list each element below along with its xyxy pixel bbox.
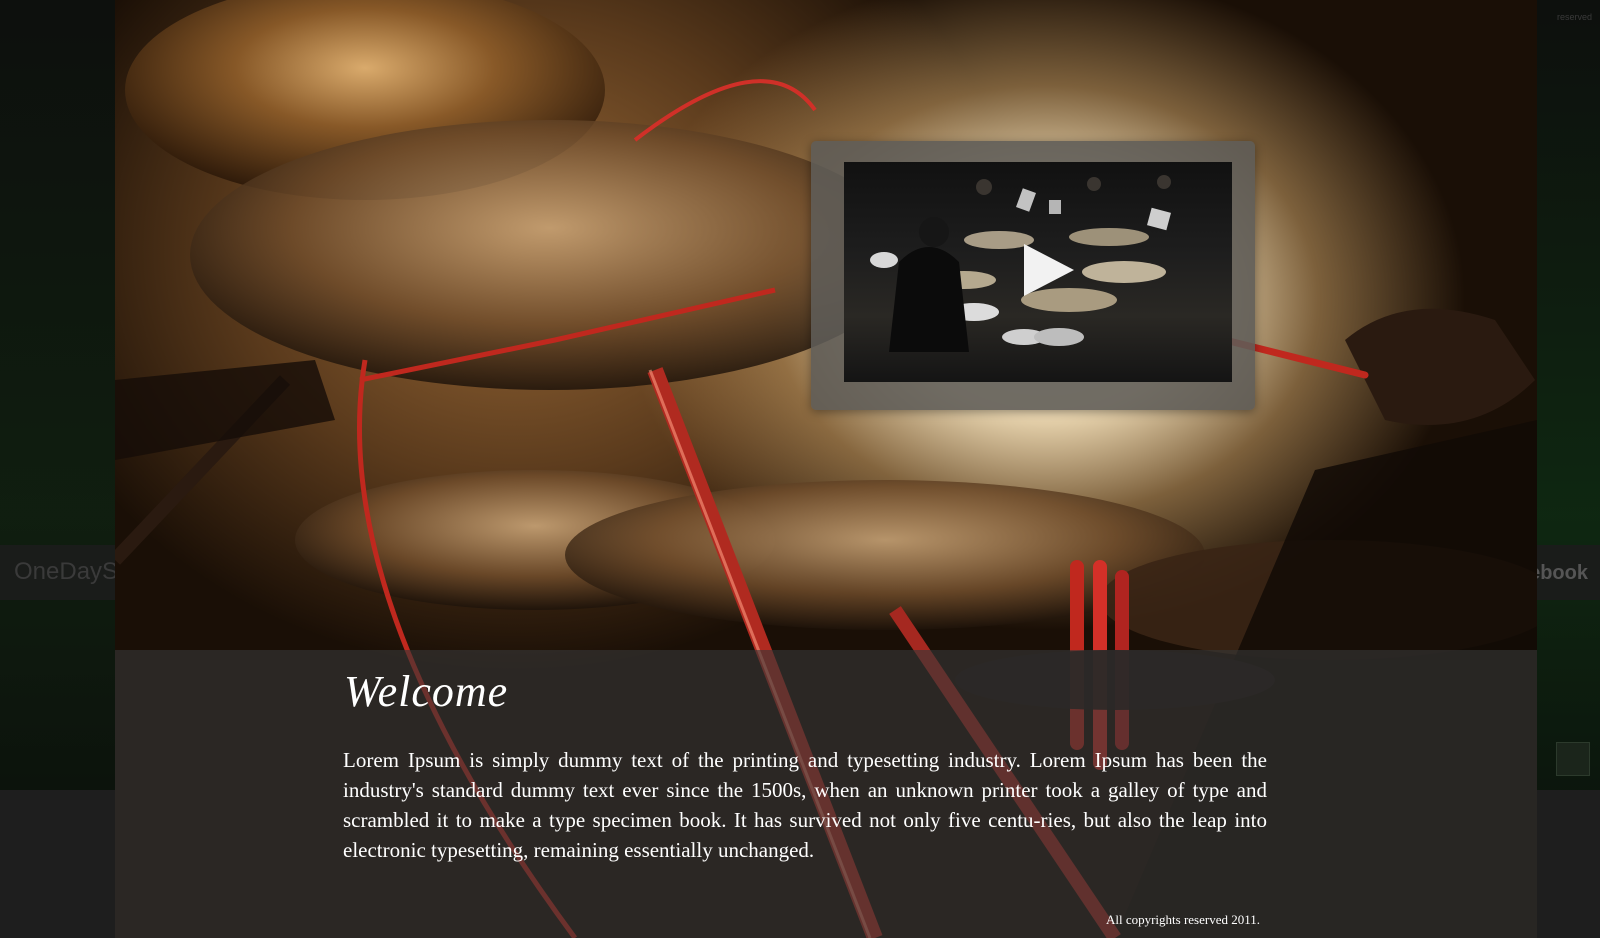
video-thumbnail[interactable]	[844, 162, 1232, 382]
caption-panel: Welcome Lorem Ipsum is simply dummy text…	[115, 650, 1537, 938]
lightbox-overlay: Welcome Lorem Ipsum is simply dummy text…	[115, 0, 1537, 938]
background-logo: OneDayS	[14, 558, 119, 585]
background-social-link: ebook	[1529, 562, 1588, 584]
background-button	[1556, 742, 1590, 776]
background-rights-text: reserved	[1556, 12, 1592, 22]
video-card	[811, 141, 1255, 410]
play-icon[interactable]	[1024, 244, 1074, 296]
copyright-text: All copyrights reserved 2011.	[1105, 912, 1260, 927]
welcome-title: Welcome	[344, 667, 509, 716]
welcome-body-text: Lorem Ipsum is simply dummy text of the …	[343, 748, 1267, 862]
